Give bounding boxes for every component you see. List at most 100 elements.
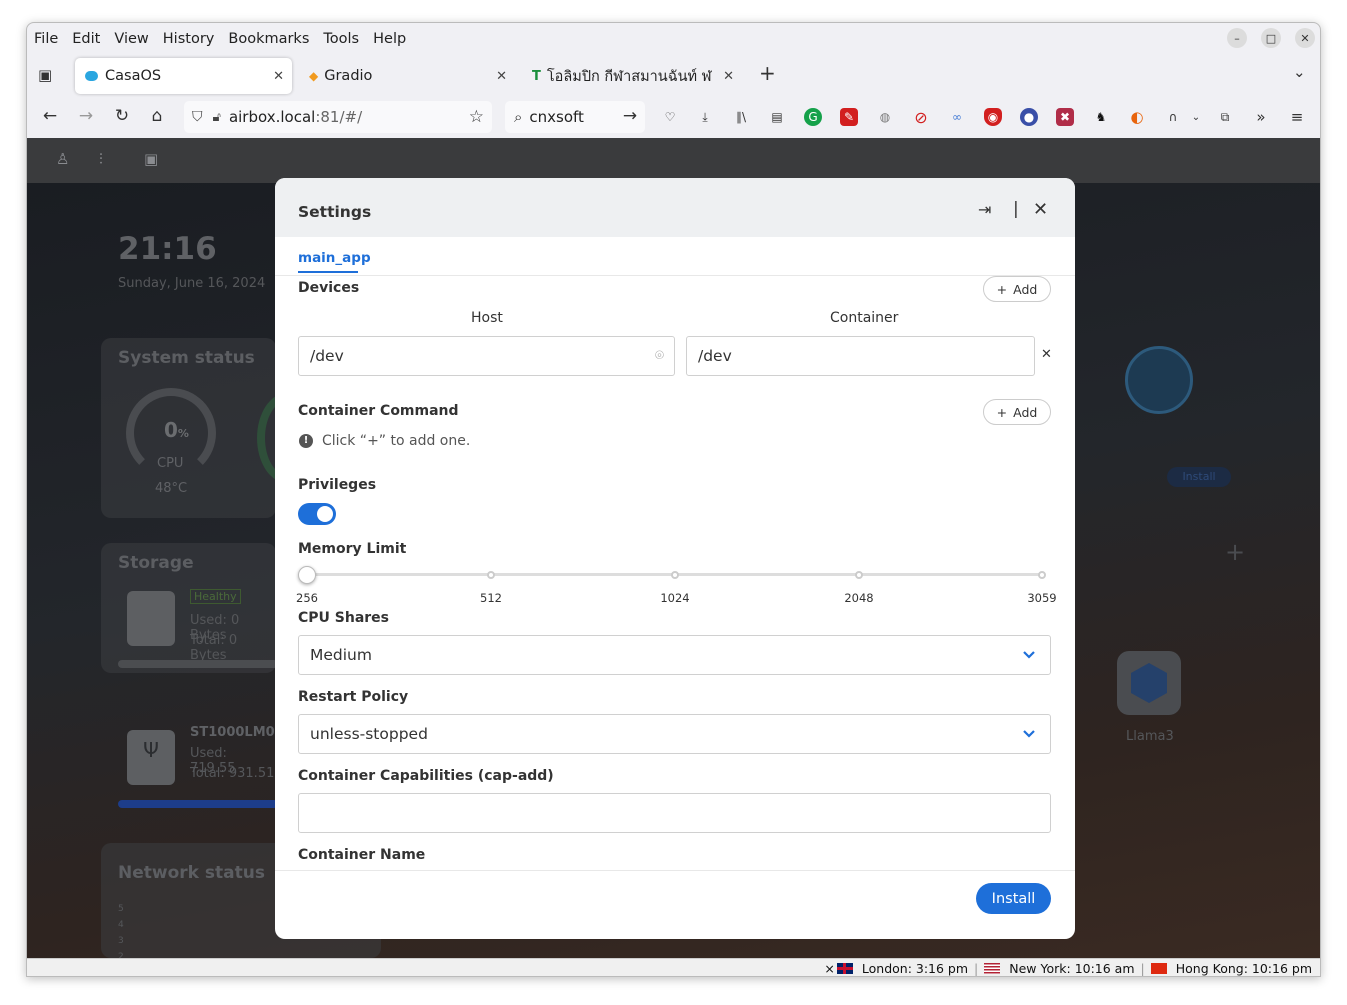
add-command-button[interactable]: + Add bbox=[983, 399, 1051, 425]
library-icon[interactable]: ∥\ bbox=[732, 108, 750, 126]
close-clocks-icon[interactable]: × bbox=[824, 961, 834, 976]
command-hint: Click “+” to add one. bbox=[322, 433, 471, 449]
minimize-button[interactable]: – bbox=[1227, 28, 1247, 48]
new-tab-icon[interactable]: + bbox=[759, 61, 776, 85]
import-icon[interactable]: ⇥ bbox=[978, 200, 991, 219]
back-icon[interactable]: ← bbox=[39, 106, 61, 126]
active-tab-indicator bbox=[298, 271, 358, 273]
tab-thai-news[interactable]: T โอลิมปิก กีฬาสมานฉันท์ ฬ ✕ bbox=[522, 58, 742, 94]
maximize-button[interactable]: □ bbox=[1261, 28, 1281, 48]
container-command-label: Container Command bbox=[298, 403, 459, 419]
settings-sliders-icon[interactable]: ⫶ bbox=[99, 150, 103, 168]
tab-main-app[interactable]: main_app bbox=[298, 250, 371, 266]
pocket-icon[interactable]: ♡ bbox=[661, 108, 679, 126]
restart-policy-select[interactable]: unless-stopped bbox=[298, 714, 1051, 754]
window-close-button[interactable]: ✕ bbox=[1295, 28, 1315, 48]
cpu-label: CPU bbox=[157, 456, 184, 471]
close-tab-icon[interactable]: ✕ bbox=[273, 69, 284, 84]
close-modal-icon[interactable]: ✕ bbox=[1033, 199, 1048, 220]
search-go-icon[interactable]: → bbox=[619, 106, 641, 126]
casaos-favicon-icon bbox=[85, 71, 98, 81]
remove-device-icon[interactable]: ✕ bbox=[1041, 347, 1052, 362]
ublock-icon[interactable]: ◉ bbox=[984, 108, 1002, 126]
menu-bar: File Edit View History Bookmarks Tools H… bbox=[27, 23, 1320, 55]
chevron-down-icon bbox=[1023, 651, 1035, 659]
privileges-toggle[interactable] bbox=[298, 503, 336, 525]
overflow-chevron-icon[interactable]: » bbox=[1252, 108, 1270, 126]
menu-bookmarks[interactable]: Bookmarks bbox=[228, 31, 309, 47]
tool-extension-icon[interactable]: ✖ bbox=[1056, 108, 1074, 126]
gnome-extension-icon[interactable]: ♞ bbox=[1092, 108, 1110, 126]
cpu-shares-select[interactable]: Medium bbox=[298, 635, 1051, 675]
memory-tick bbox=[671, 571, 679, 579]
globe-icon[interactable]: ◍ bbox=[876, 108, 894, 126]
install-button[interactable]: Install bbox=[976, 883, 1051, 914]
system-status-widget: System status 0% CPU 48°C bbox=[101, 338, 276, 518]
headphones-chevron-icon[interactable]: ⌄ bbox=[1187, 108, 1205, 126]
blocker-icon[interactable]: ⊘ bbox=[912, 108, 930, 127]
tab-casaos[interactable]: CasaOS ✕ bbox=[75, 58, 292, 94]
disk-name: ST1000LM02 bbox=[190, 725, 284, 740]
close-tab-icon[interactable]: ✕ bbox=[496, 69, 507, 84]
modal-title: Settings bbox=[298, 203, 372, 221]
home-icon[interactable]: ⌂ bbox=[146, 106, 168, 126]
forward-icon[interactable]: → bbox=[75, 106, 97, 126]
shield-icon[interactable]: ⛉ bbox=[192, 109, 203, 125]
pdf-extension-icon[interactable]: ✎ bbox=[840, 108, 858, 126]
tab-bar: ▣ CasaOS ✕ ◆ Gradio ✕ T โอลิมปิก กีฬาสมา… bbox=[27, 55, 1320, 97]
memory-slider-thumb[interactable] bbox=[298, 566, 316, 584]
clock-time: 21:16 bbox=[118, 231, 217, 267]
menu-help[interactable]: Help bbox=[373, 31, 406, 47]
downloads-icon[interactable]: ⤓ bbox=[696, 108, 714, 126]
user-icon[interactable]: ♙ bbox=[56, 150, 69, 168]
url-bar[interactable]: ⛉ 🔓︎ airbox.local:81/#/ ☆ bbox=[184, 101, 492, 133]
cap-add-label: Container Capabilities (cap-add) bbox=[298, 768, 554, 784]
grammarly-icon[interactable]: G bbox=[804, 108, 822, 126]
install-small-button[interactable]: Install bbox=[1167, 467, 1231, 487]
newyork-clock: New York: 10:16 am bbox=[984, 961, 1135, 976]
gradio-favicon-icon: ◆ bbox=[309, 69, 319, 83]
usb-icon: Ψ bbox=[127, 730, 175, 785]
menu-history[interactable]: History bbox=[163, 31, 215, 47]
app-network-icon[interactable] bbox=[1125, 346, 1193, 414]
reader-view-icon[interactable]: ▤ bbox=[768, 108, 786, 126]
container-name-label: Container Name bbox=[298, 847, 426, 863]
host-device-input[interactable]: /dev ⌾ bbox=[298, 336, 675, 376]
url-path: :81/#/ bbox=[315, 108, 363, 126]
reload-icon[interactable]: ↻ bbox=[111, 106, 133, 126]
menu-tools[interactable]: Tools bbox=[323, 31, 359, 47]
menu-view[interactable]: View bbox=[114, 31, 148, 47]
file-picker-icon[interactable]: ⌾ bbox=[655, 346, 664, 364]
bookmark-star-icon[interactable]: ☆ bbox=[469, 107, 484, 127]
devices-label: Devices bbox=[298, 280, 360, 296]
memory-tick bbox=[487, 571, 495, 579]
terminal-icon[interactable]: ▣ bbox=[144, 150, 158, 168]
headphones-icon[interactable]: ∩ bbox=[1164, 108, 1182, 126]
system-status-title: System status bbox=[118, 348, 255, 368]
world-extension-icon[interactable]: ● bbox=[1020, 108, 1038, 126]
flame-extension-icon[interactable]: ◐ bbox=[1128, 108, 1146, 126]
container-device-input[interactable]: /dev bbox=[686, 336, 1035, 376]
add-device-button[interactable]: + Add bbox=[983, 276, 1051, 302]
settings-modal: Settings ⇥ | ✕ main_app Devices + Add Hos… bbox=[275, 178, 1075, 939]
network-status-title: Network status bbox=[118, 863, 265, 883]
list-tabs-chevron-icon[interactable]: ⌄ bbox=[1293, 63, 1306, 81]
tab-gradio[interactable]: ◆ Gradio ✕ bbox=[299, 58, 515, 94]
modal-header: Settings ⇥ | ✕ bbox=[275, 178, 1075, 237]
menu-file[interactable]: File bbox=[34, 31, 58, 47]
extensions-puzzle-icon[interactable]: ⧉ bbox=[1216, 108, 1234, 126]
menu-edit[interactable]: Edit bbox=[72, 31, 100, 47]
close-tab-icon[interactable]: ✕ bbox=[723, 68, 734, 84]
disk-total: Total: 931.51 bbox=[190, 766, 275, 781]
insecure-lock-icon[interactable]: 🔓︎ bbox=[213, 110, 221, 125]
us-flag-icon bbox=[984, 963, 1001, 974]
cap-add-input[interactable] bbox=[298, 793, 1051, 833]
add-app-icon[interactable]: + bbox=[1225, 538, 1245, 566]
llama3-app-icon[interactable] bbox=[1117, 651, 1181, 715]
toggle-knob bbox=[317, 506, 333, 522]
cpu-temp: 48°C bbox=[155, 481, 188, 496]
tab-overview-icon[interactable]: ▣ bbox=[38, 66, 52, 84]
disk-bar bbox=[118, 800, 278, 808]
link-extension-icon[interactable]: ∞ bbox=[948, 108, 966, 126]
hamburger-menu-icon[interactable]: ≡ bbox=[1288, 108, 1306, 126]
